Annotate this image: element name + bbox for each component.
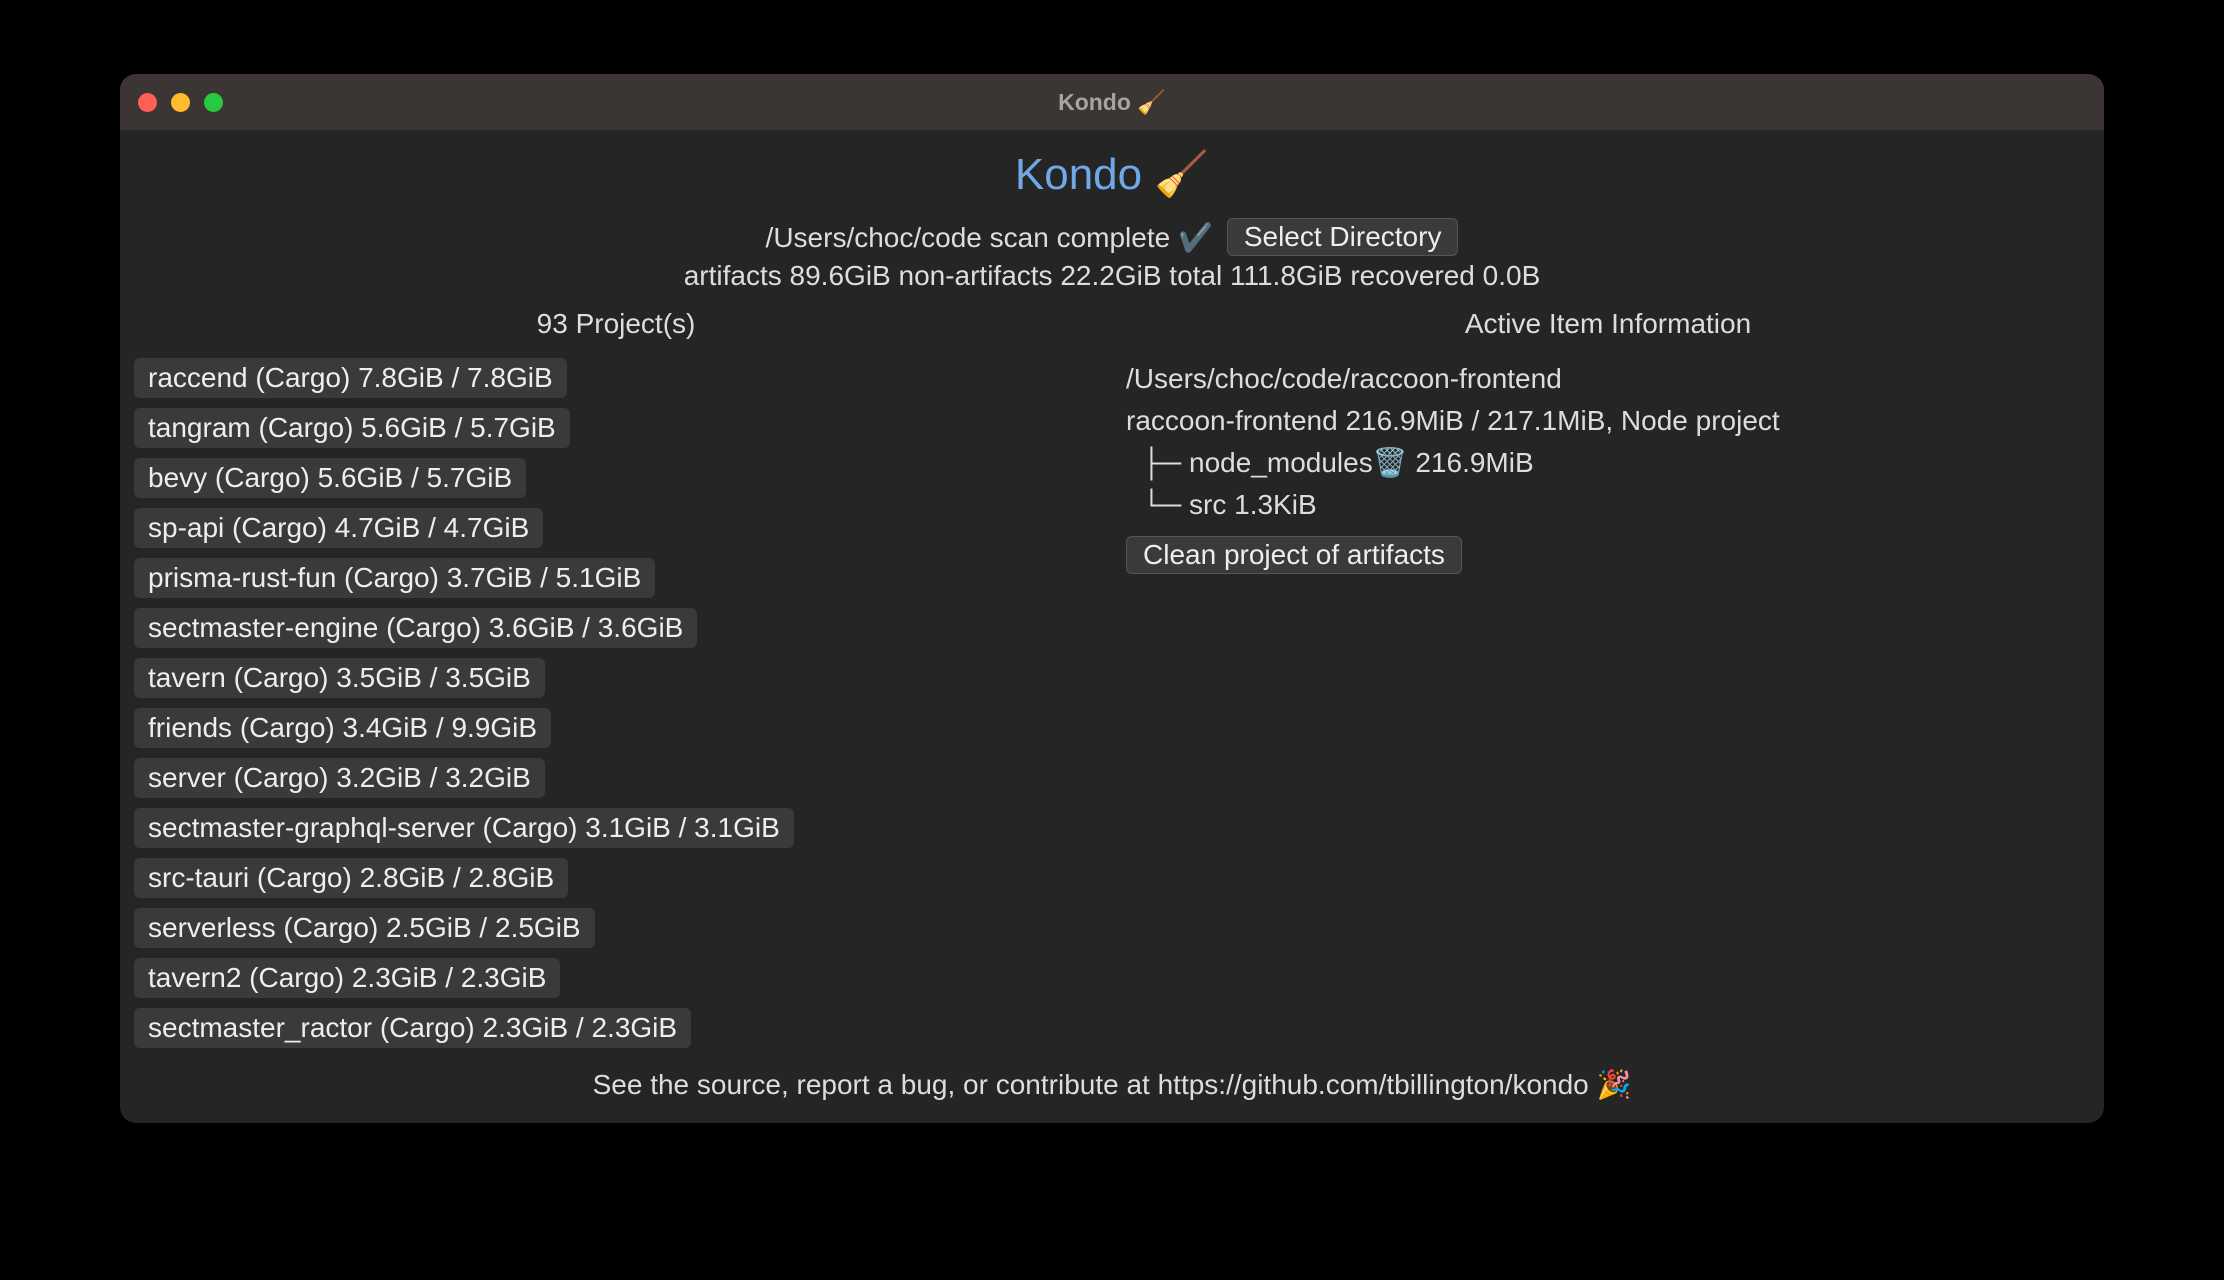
project-item[interactable]: src-tauri (Cargo) 2.8GiB / 2.8GiB [134, 858, 568, 898]
app-window: Kondo 🧹 Kondo 🧹 /Users/choc/code scan co… [120, 74, 2104, 1123]
project-item[interactable]: tangram (Cargo) 5.6GiB / 5.7GiB [134, 408, 570, 448]
footer-text: See the source, report a bug, or contrib… [120, 1050, 2104, 1123]
clean-project-button[interactable]: Clean project of artifacts [1126, 536, 1462, 574]
close-icon[interactable] [138, 93, 157, 112]
active-item-summary: raccoon-frontend 216.9MiB / 217.1MiB, No… [1126, 400, 2094, 442]
project-item[interactable]: server (Cargo) 3.2GiB / 3.2GiB [134, 758, 545, 798]
app-title: Kondo 🧹 [120, 148, 2104, 200]
project-item[interactable]: friends (Cargo) 3.4GiB / 9.9GiB [134, 708, 551, 748]
active-item-header: Active Item Information [1122, 308, 2094, 340]
stats-text: artifacts 89.6GiB non-artifacts 22.2GiB … [120, 260, 2104, 292]
project-item[interactable]: sectmaster-engine (Cargo) 3.6GiB / 3.6Gi… [134, 608, 697, 648]
projects-column: 93 Project(s) raccend (Cargo) 7.8GiB / 7… [120, 308, 1112, 1050]
maximize-icon[interactable] [204, 93, 223, 112]
project-item[interactable]: prisma-rust-fun (Cargo) 3.7GiB / 5.1GiB [134, 558, 655, 598]
project-item[interactable]: tavern2 (Cargo) 2.3GiB / 2.3GiB [134, 958, 560, 998]
project-item[interactable]: sectmaster_ractor (Cargo) 2.3GiB / 2.3Gi… [134, 1008, 691, 1048]
projects-header: 93 Project(s) [130, 308, 1102, 340]
content-area: Kondo 🧹 /Users/choc/code scan complete ✔… [120, 130, 2104, 1123]
project-item[interactable]: bevy (Cargo) 5.6GiB / 5.7GiB [134, 458, 526, 498]
active-item-info: /Users/choc/code/raccoon-frontend raccoo… [1122, 358, 2094, 576]
project-item[interactable]: tavern (Cargo) 3.5GiB / 3.5GiB [134, 658, 545, 698]
tree-line-node-modules: ├─ node_modules🗑️ 216.9MiB [1126, 442, 2094, 484]
minimize-icon[interactable] [171, 93, 190, 112]
active-item-path: /Users/choc/code/raccoon-frontend [1126, 358, 2094, 400]
window-title: Kondo 🧹 [1058, 89, 1166, 116]
project-list[interactable]: raccend (Cargo) 7.8GiB / 7.8GiB tangram … [130, 358, 1102, 1050]
project-item[interactable]: serverless (Cargo) 2.5GiB / 2.5GiB [134, 908, 595, 948]
project-item[interactable]: raccend (Cargo) 7.8GiB / 7.8GiB [134, 358, 567, 398]
scan-status-row: /Users/choc/code scan complete ✔️ Select… [120, 218, 2104, 256]
project-item[interactable]: sp-api (Cargo) 4.7GiB / 4.7GiB [134, 508, 543, 548]
tree-line-src: └─ src 1.3KiB [1126, 484, 2094, 526]
project-item[interactable]: sectmaster-graphql-server (Cargo) 3.1GiB… [134, 808, 794, 848]
select-directory-button[interactable]: Select Directory [1227, 218, 1459, 256]
active-item-column: Active Item Information /Users/choc/code… [1112, 308, 2104, 1050]
scan-status-text: /Users/choc/code scan complete ✔️ [766, 221, 1213, 254]
titlebar: Kondo 🧹 [120, 74, 2104, 130]
traffic-lights [138, 93, 223, 112]
columns: 93 Project(s) raccend (Cargo) 7.8GiB / 7… [120, 308, 2104, 1050]
